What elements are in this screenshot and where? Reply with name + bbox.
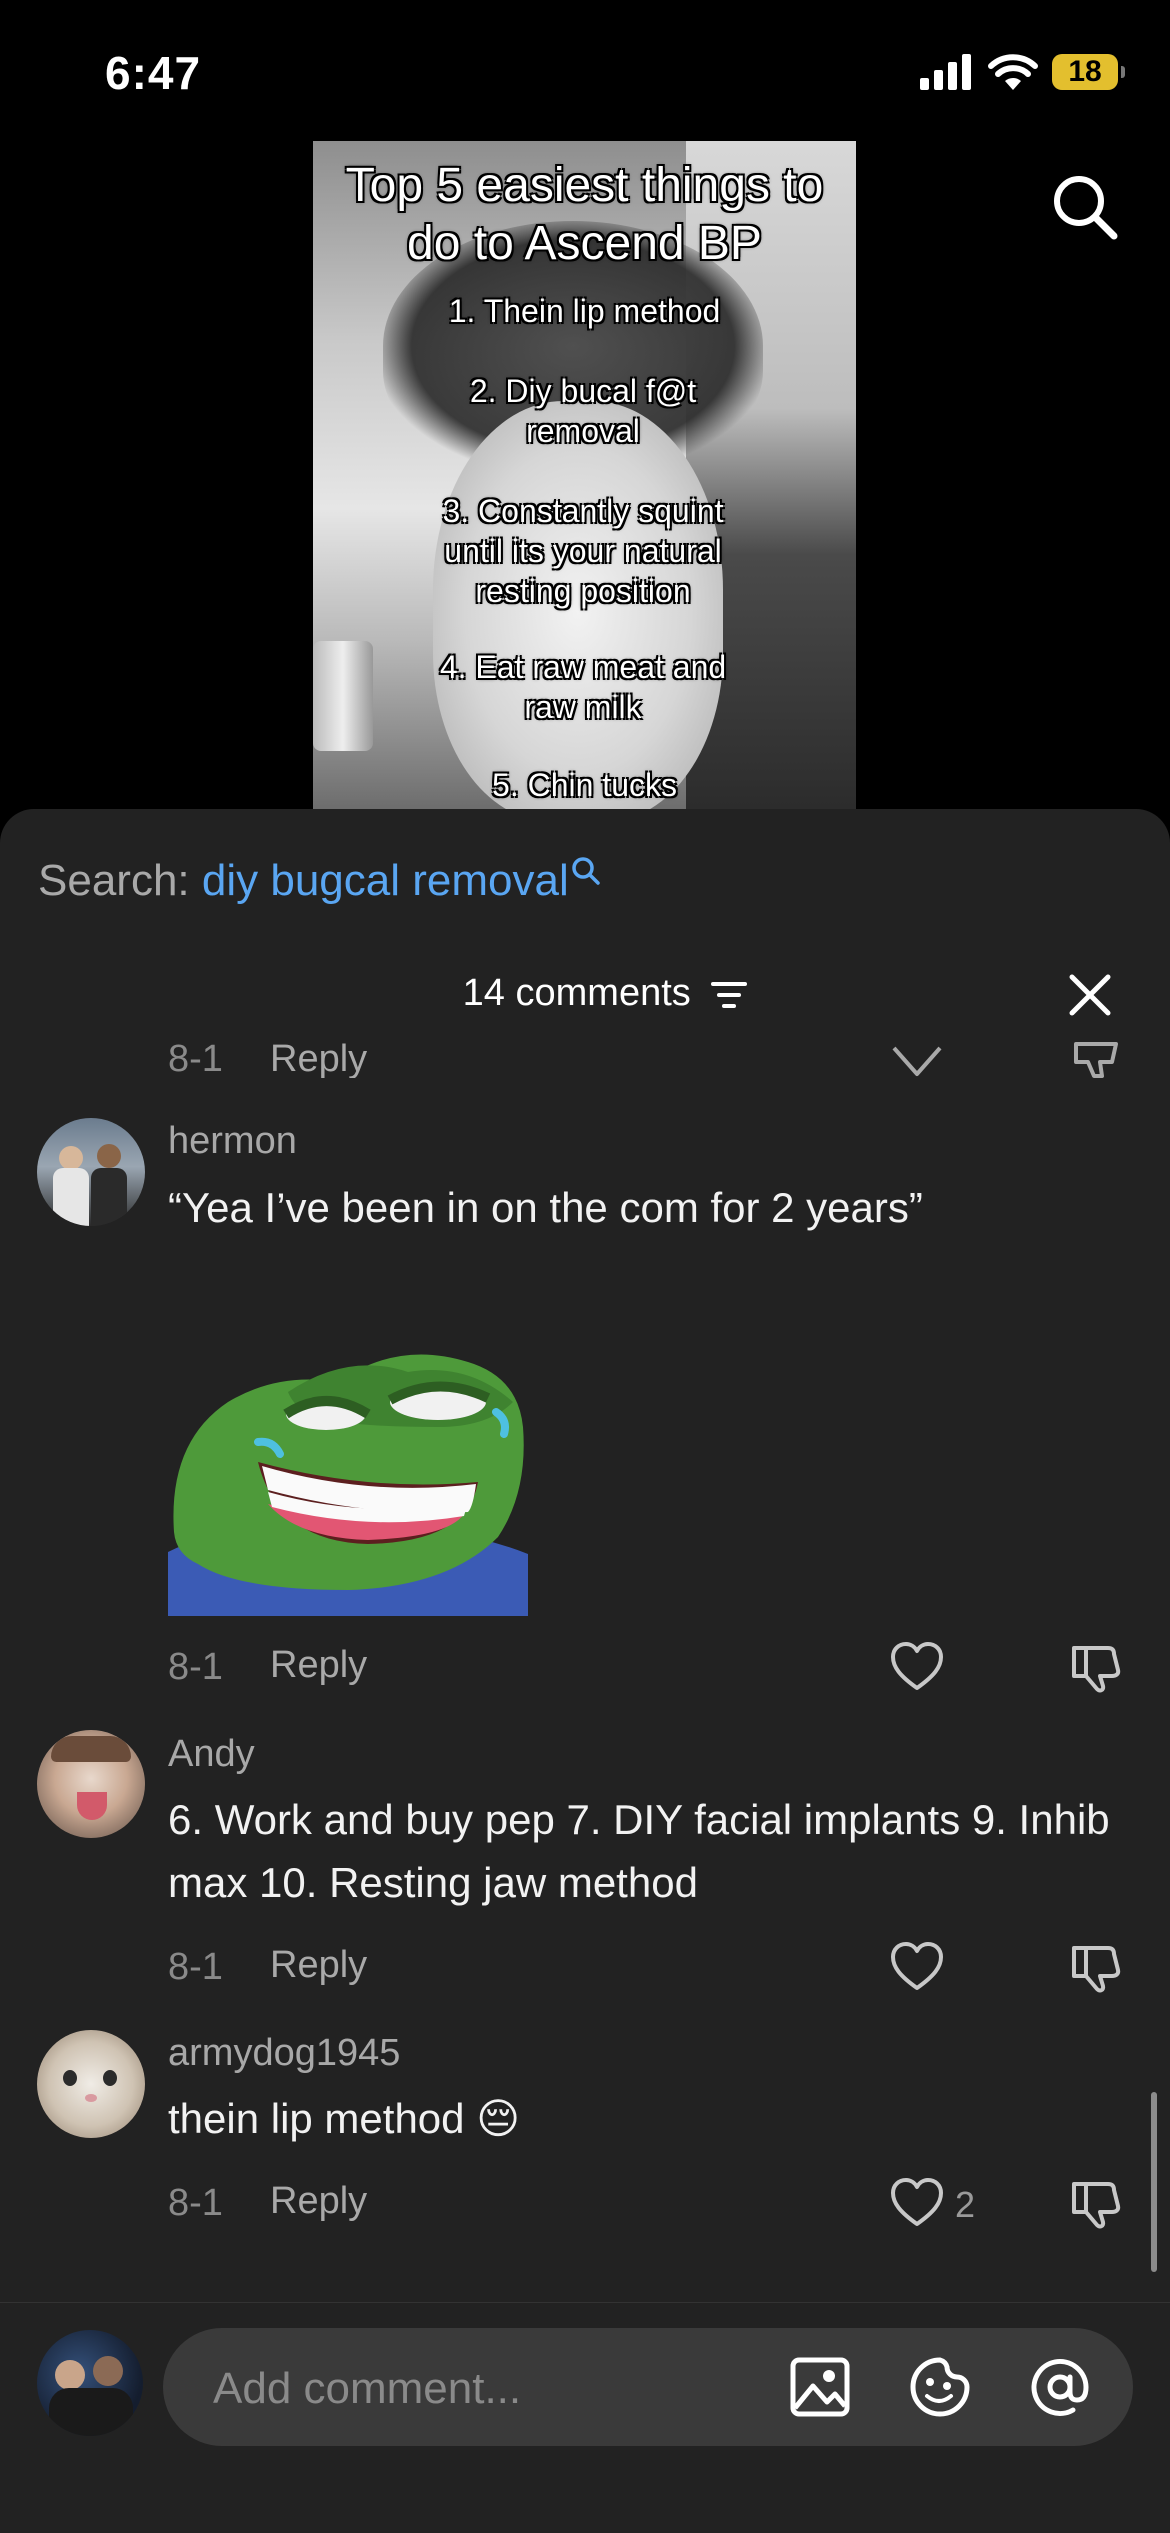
status-time: 6:47 (105, 47, 202, 99)
search-icon[interactable] (1048, 170, 1120, 242)
heart-icon[interactable] (890, 1942, 944, 1992)
search-label: Search: (38, 856, 190, 905)
reply-button[interactable]: Reply (270, 1644, 367, 1687)
reply-button[interactable]: Reply (270, 1038, 367, 1078)
comment-text: thein lip method 😔 (168, 2095, 520, 2142)
heart-icon[interactable] (890, 2178, 944, 2228)
comment-username[interactable]: armydog1945 (168, 2032, 400, 2075)
pepe-laughing-sticker (168, 1354, 528, 1616)
sticker-icon[interactable] (909, 2356, 971, 2418)
comments-count: 14 comments (462, 972, 691, 1014)
comment-text: “Yea I’ve been in on the com for 2 years… (168, 1184, 923, 1231)
video-overlay-title: Top 5 easiest things to do to Ascend BP (345, 159, 824, 270)
dislike-icon[interactable] (1070, 2178, 1124, 2230)
avatar[interactable] (37, 1730, 145, 1838)
user-avatar[interactable] (37, 2330, 143, 2436)
reply-button[interactable]: Reply (270, 1944, 367, 1987)
like-count: 2 (955, 2184, 976, 2225)
heart-icon[interactable] (890, 1034, 944, 1078)
partial-comment-meta: 8-1 Reply (0, 1030, 1170, 1078)
dislike-icon[interactable] (1070, 1642, 1124, 1694)
comment-username[interactable]: Andy (168, 1733, 255, 1776)
video-overlay-item: 5. Chin tucks (492, 767, 677, 803)
comment-input[interactable]: Add comment... (163, 2328, 1133, 2446)
search-suggestion[interactable]: Search: diy bugcal removal (38, 856, 601, 906)
battery-level: 18 (1068, 55, 1102, 88)
comment-date: 8-1 (168, 2182, 223, 2224)
comment-text: 6. Work and buy pep 7. DIY facial implan… (168, 1796, 1110, 1906)
avatar[interactable] (37, 1118, 145, 1226)
video-overlay-item: 3. Constantly squint until its your natu… (442, 493, 724, 609)
dislike-icon[interactable] (1070, 1034, 1124, 1078)
mention-icon[interactable] (1029, 2356, 1091, 2418)
close-icon[interactable] (1068, 973, 1112, 1017)
reply-button[interactable]: Reply (270, 2180, 367, 2223)
comment-date: 8-1 (168, 1038, 223, 1078)
sort-icon[interactable] (711, 980, 748, 1010)
search-query-link[interactable]: diy bugcal removal (202, 856, 569, 905)
video-thumbnail[interactable]: Top 5 easiest things to do to Ascend BP … (313, 141, 856, 809)
avatar[interactable] (37, 2030, 145, 2138)
comments-header: 14 comments (0, 972, 1170, 1015)
comment-date: 8-1 (168, 1646, 223, 1688)
heart-icon[interactable] (890, 1642, 944, 1692)
dislike-icon[interactable] (1070, 1942, 1124, 1994)
video-overlay-item: 2. Diy bucal f@t removal (469, 373, 697, 449)
video-overlay-item: 1. Thein lip method (448, 293, 721, 329)
comment-input-placeholder: Add comment... (213, 2364, 522, 2413)
wifi-icon (988, 54, 1038, 90)
comment-date: 8-1 (168, 1946, 223, 1988)
comment-username[interactable]: hermon (168, 1120, 297, 1163)
video-overlay-item: 4. Eat raw meat and raw milk (439, 649, 727, 725)
battery-icon: 18 (1052, 54, 1125, 90)
image-icon[interactable] (789, 2356, 851, 2418)
status-icons: 18 (920, 50, 1125, 94)
cellular-signal-icon (920, 54, 971, 90)
search-small-icon (571, 857, 600, 885)
scrollbar[interactable] (1151, 2092, 1157, 2272)
